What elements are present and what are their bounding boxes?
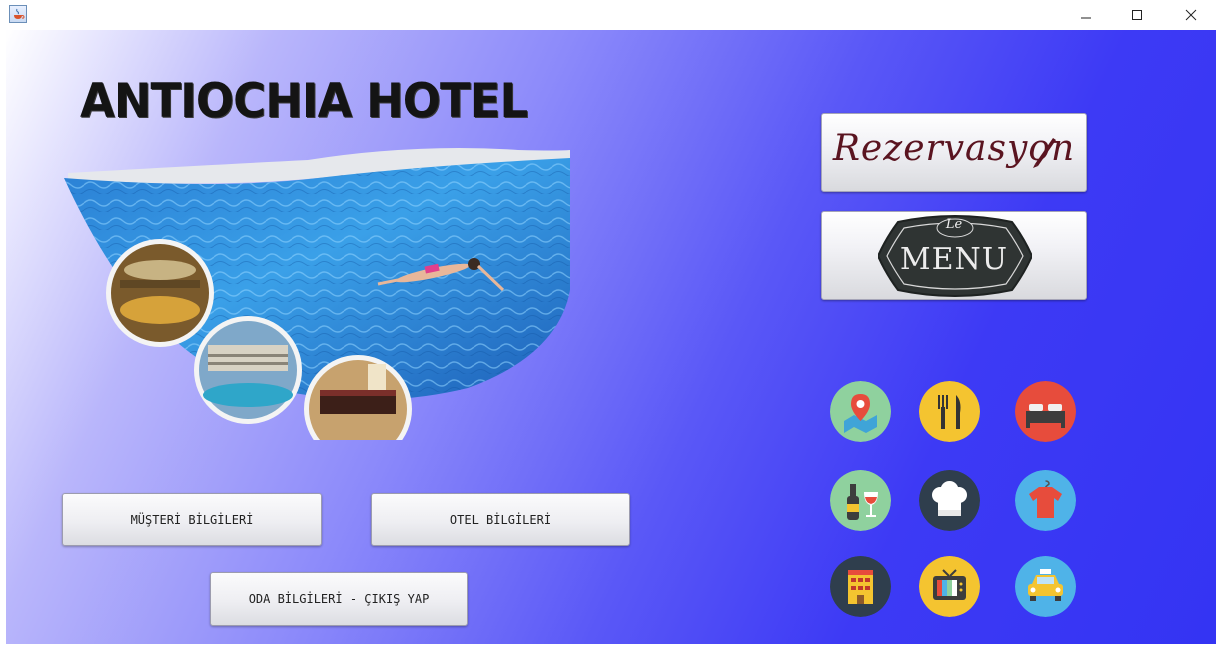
map-location-icon[interactable] — [830, 381, 891, 442]
rezervasyon-button[interactable]: Rezervasyon — [821, 113, 1087, 192]
close-icon — [1185, 9, 1197, 21]
hotel-building-icon[interactable] — [830, 556, 891, 617]
taxi-icon[interactable] — [1015, 556, 1076, 617]
photo-hotel-exterior — [194, 316, 302, 424]
maximize-icon — [1132, 10, 1142, 20]
restaurant-cutlery-icon[interactable] — [919, 381, 980, 442]
menu-button[interactable]: Le MENU — [821, 211, 1087, 300]
pen-icon — [1033, 138, 1056, 168]
oda-bilgileri-cikis-button[interactable]: ODA BİLGİLERİ - ÇIKIŞ YAP — [210, 572, 468, 626]
menu-label: MENU — [899, 242, 1009, 277]
minimize-icon — [1081, 17, 1091, 19]
minimize-button[interactable] — [1063, 0, 1109, 30]
photo-indoor-pool — [106, 239, 214, 347]
close-button[interactable] — [1168, 0, 1214, 30]
window-titlebar — [0, 0, 1221, 30]
otel-bilgileri-button[interactable]: OTEL BİLGİLERİ — [371, 493, 630, 546]
maximize-button[interactable] — [1114, 0, 1160, 30]
wine-icon[interactable] — [830, 470, 891, 531]
pool-banner-image — [58, 140, 578, 466]
java-cup-icon — [9, 5, 27, 23]
musteri-bilgileri-button[interactable]: MÜŞTERİ BİLGİLERİ — [62, 493, 322, 546]
tv-icon[interactable] — [919, 556, 980, 617]
laundry-shirt-icon[interactable] — [1015, 470, 1076, 531]
chef-hat-icon[interactable] — [919, 470, 980, 531]
main-panel: ANTIOCHIA HOTEL Rezervasyon Le MENU MÜŞT… — [6, 30, 1216, 644]
hotel-title: ANTIOCHIA HOTEL — [80, 72, 528, 129]
menu-le-label: Le — [945, 217, 963, 232]
bed-icon[interactable] — [1015, 381, 1076, 442]
